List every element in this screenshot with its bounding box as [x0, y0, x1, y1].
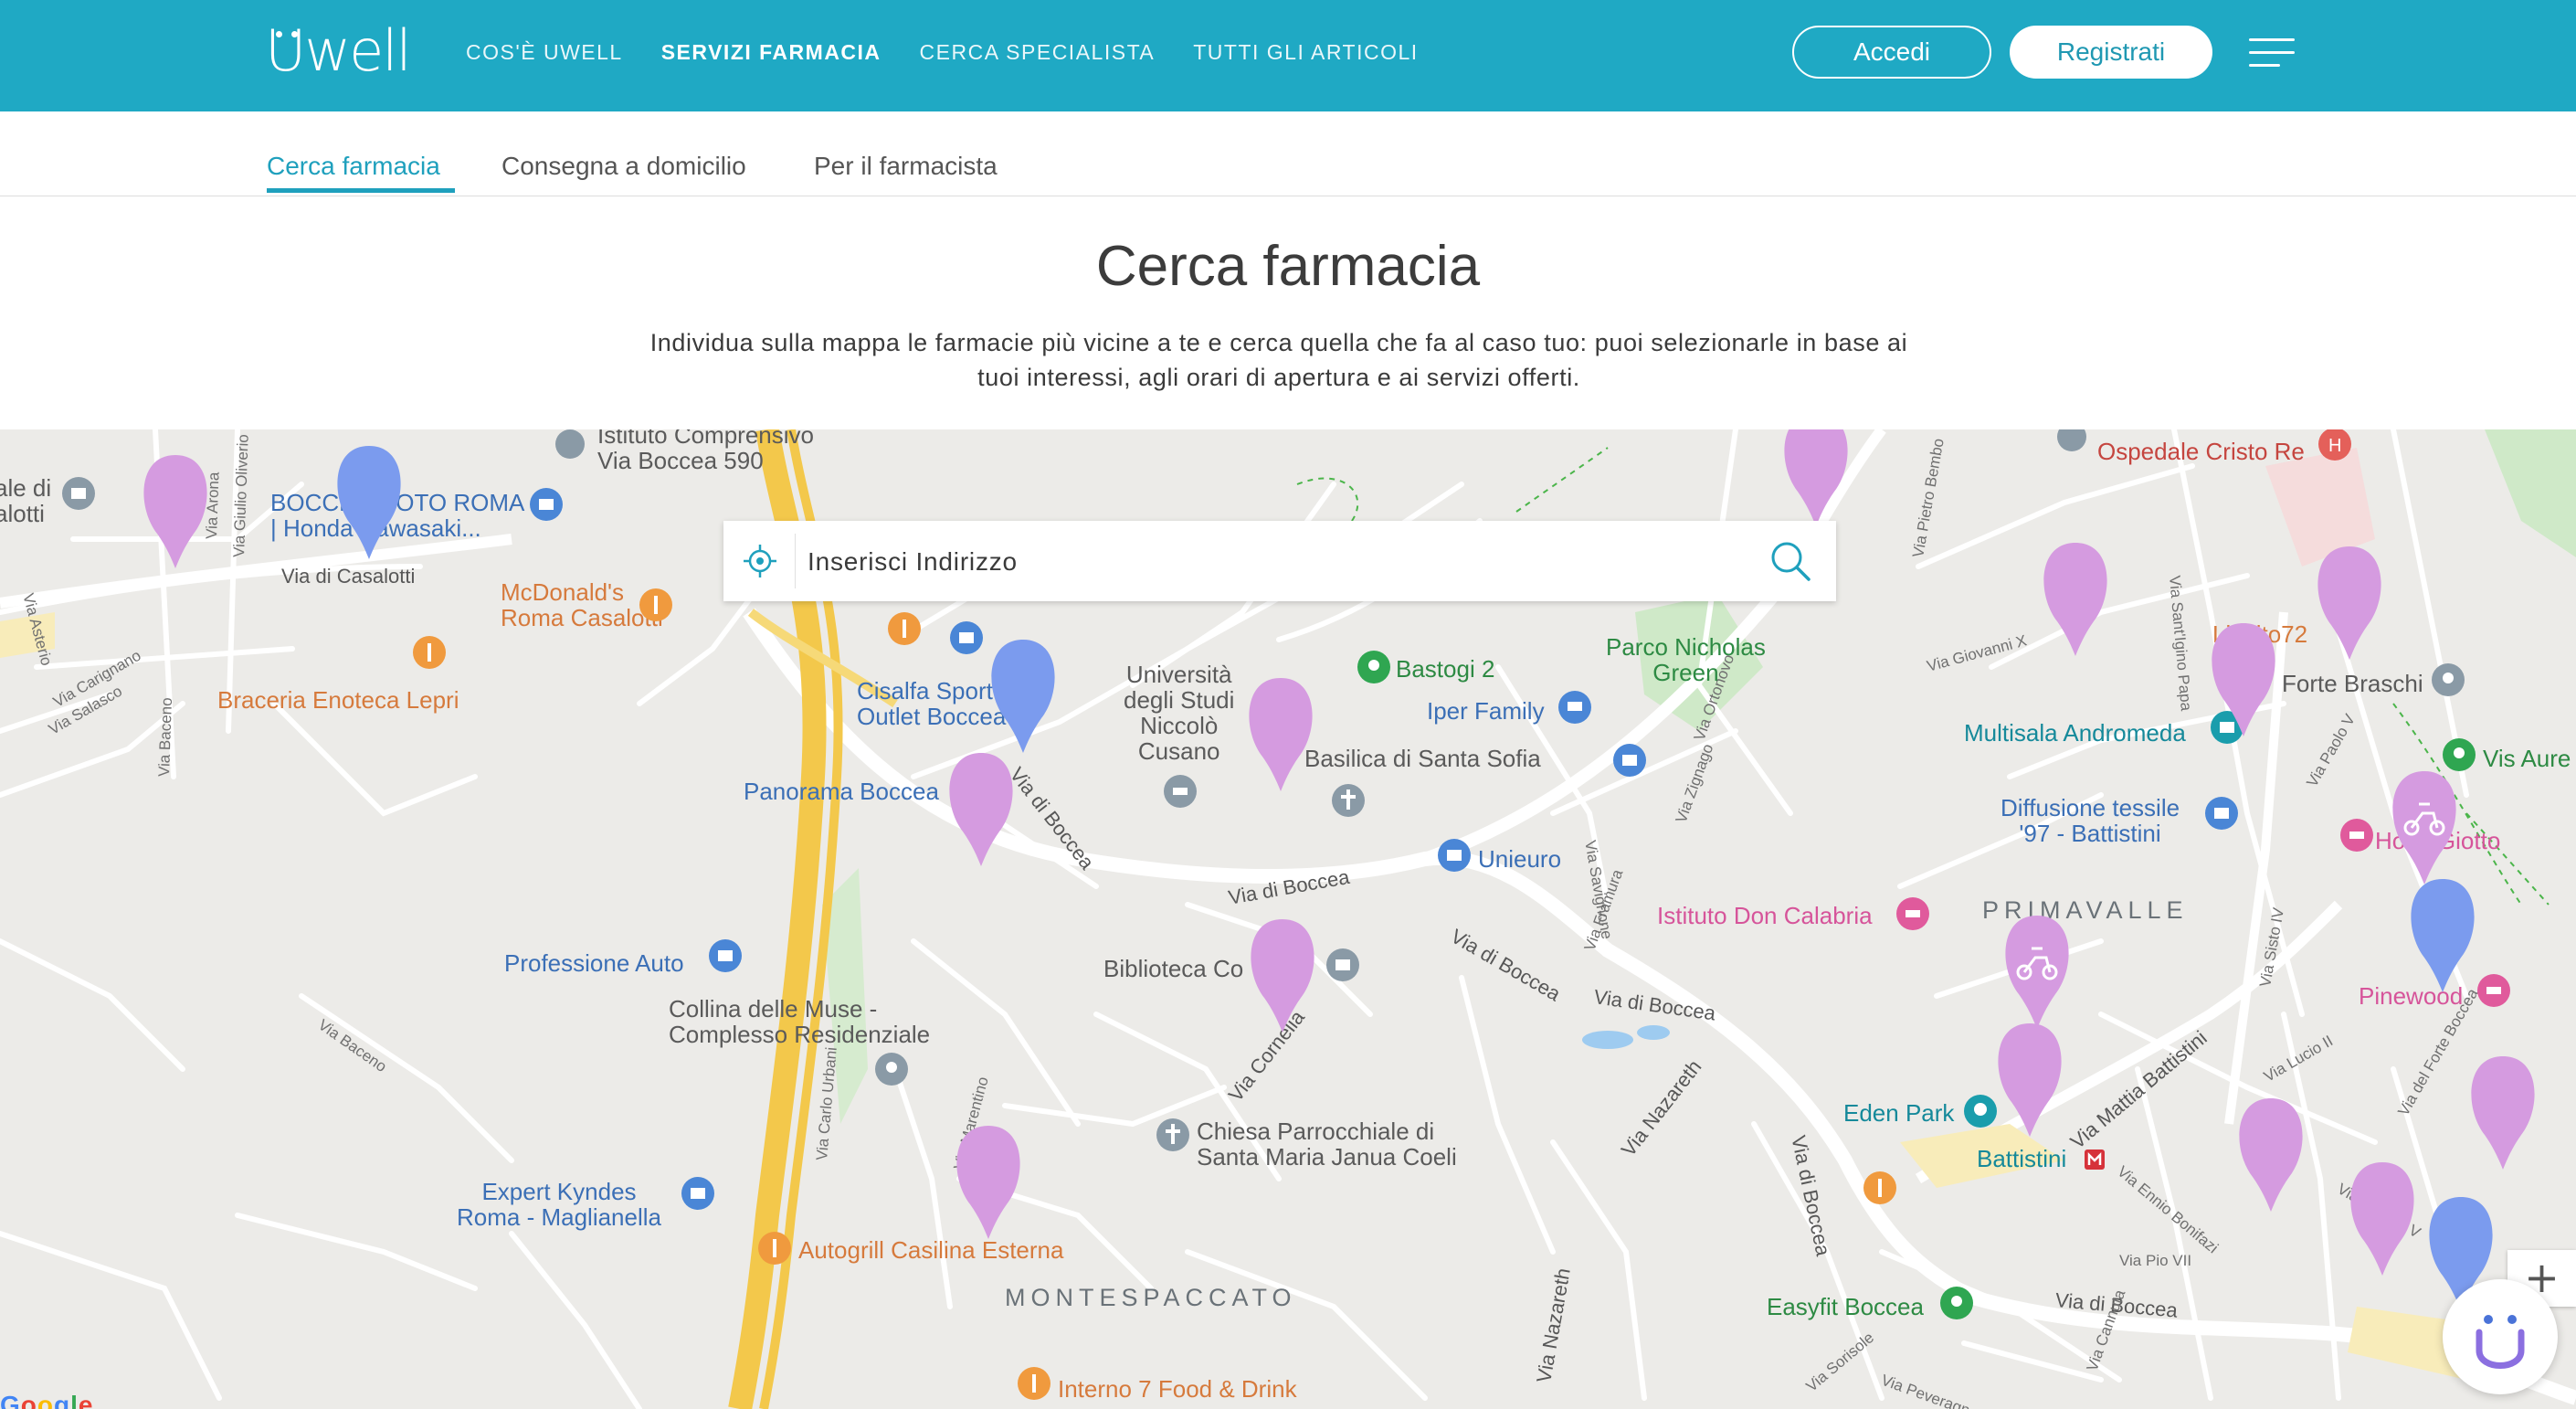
pharmacy-pin [956, 1126, 1020, 1239]
pharmacy-pin [1249, 678, 1313, 791]
nav-item-cerca-specialista[interactable]: CERCA SPECIALISTA [920, 40, 1156, 65]
pharmacy-pin-delivery [2392, 771, 2456, 885]
pharmacy-pin [2471, 1056, 2535, 1170]
pharmacy-pin [2350, 1162, 2414, 1276]
sub-tabs: Cerca farmacia Consegna a domicilio Per … [0, 111, 2576, 196]
pharmacy-map[interactable]: Via di Casalotti Via di Boccea Via di Bo… [0, 429, 2576, 1409]
page-intro: Individua sulla mappa le farmacie più vi… [603, 325, 1955, 395]
pharmacy-pin [949, 753, 1013, 866]
locate-me-icon[interactable] [742, 543, 778, 579]
search-icon[interactable] [1768, 539, 1812, 583]
top-navigation-bar: Uwell COS'È UWELL SERVIZI FARMACIA CERCA… [0, 0, 2576, 111]
pharmacy-pin [143, 455, 207, 568]
login-button[interactable]: Accedi [1792, 26, 1991, 79]
uwell-assistant-button[interactable] [2443, 1279, 2558, 1394]
google-logo: Google [0, 1391, 94, 1409]
intro-line-2: tuoi interessi, agli orari di apertura e… [977, 364, 1580, 391]
address-search-box [723, 521, 1836, 601]
smile-u-icon [2476, 1315, 2525, 1369]
search-divider [795, 534, 796, 588]
pharmacy-pin [991, 640, 1055, 753]
intro-line-1: Individua sulla mappa le farmacie più vi… [649, 329, 1908, 356]
main-nav: COS'È UWELL SERVIZI FARMACIA CERCA SPECI… [466, 0, 1419, 104]
nav-item-tutti-gli-articoli[interactable]: TUTTI GLI ARTICOLI [1193, 40, 1418, 65]
pharmacy-pin [2317, 546, 2381, 660]
register-button[interactable]: Registrati [2010, 26, 2212, 79]
tab-cerca-farmacia[interactable]: Cerca farmacia [267, 152, 440, 181]
scooter-icon [2016, 802, 2445, 980]
tab-consegna-a-domicilio[interactable]: Consegna a domicilio [501, 152, 746, 181]
uwell-logo[interactable]: Uwell [265, 17, 412, 84]
logo-dots-icon [276, 26, 307, 42]
pharmacy-pin [2043, 543, 2107, 656]
pharmacy-pin [1251, 919, 1314, 1033]
hamburger-menu-icon[interactable] [2249, 37, 2295, 69]
pharmacy-pin-delivery [2005, 916, 2069, 1029]
pharmacy-pin [2239, 1098, 2303, 1212]
address-input[interactable] [806, 534, 1741, 590]
page-title: Cerca farmacia [1095, 235, 1481, 298]
tab-per-il-farmacista[interactable]: Per il farmacista [814, 152, 998, 181]
active-tab-indicator [267, 188, 455, 193]
pharmacy-pin [1784, 429, 1848, 526]
pharmacy-pin [337, 446, 401, 559]
pharmacy-pin [1998, 1023, 2062, 1137]
pharmacy-pin [2212, 623, 2275, 736]
nav-item-servizi-farmacia[interactable]: SERVIZI FARMACIA [661, 40, 882, 65]
pharmacy-pin [2411, 879, 2475, 992]
nav-item-cos-e-uwell[interactable]: COS'È UWELL [466, 40, 623, 65]
